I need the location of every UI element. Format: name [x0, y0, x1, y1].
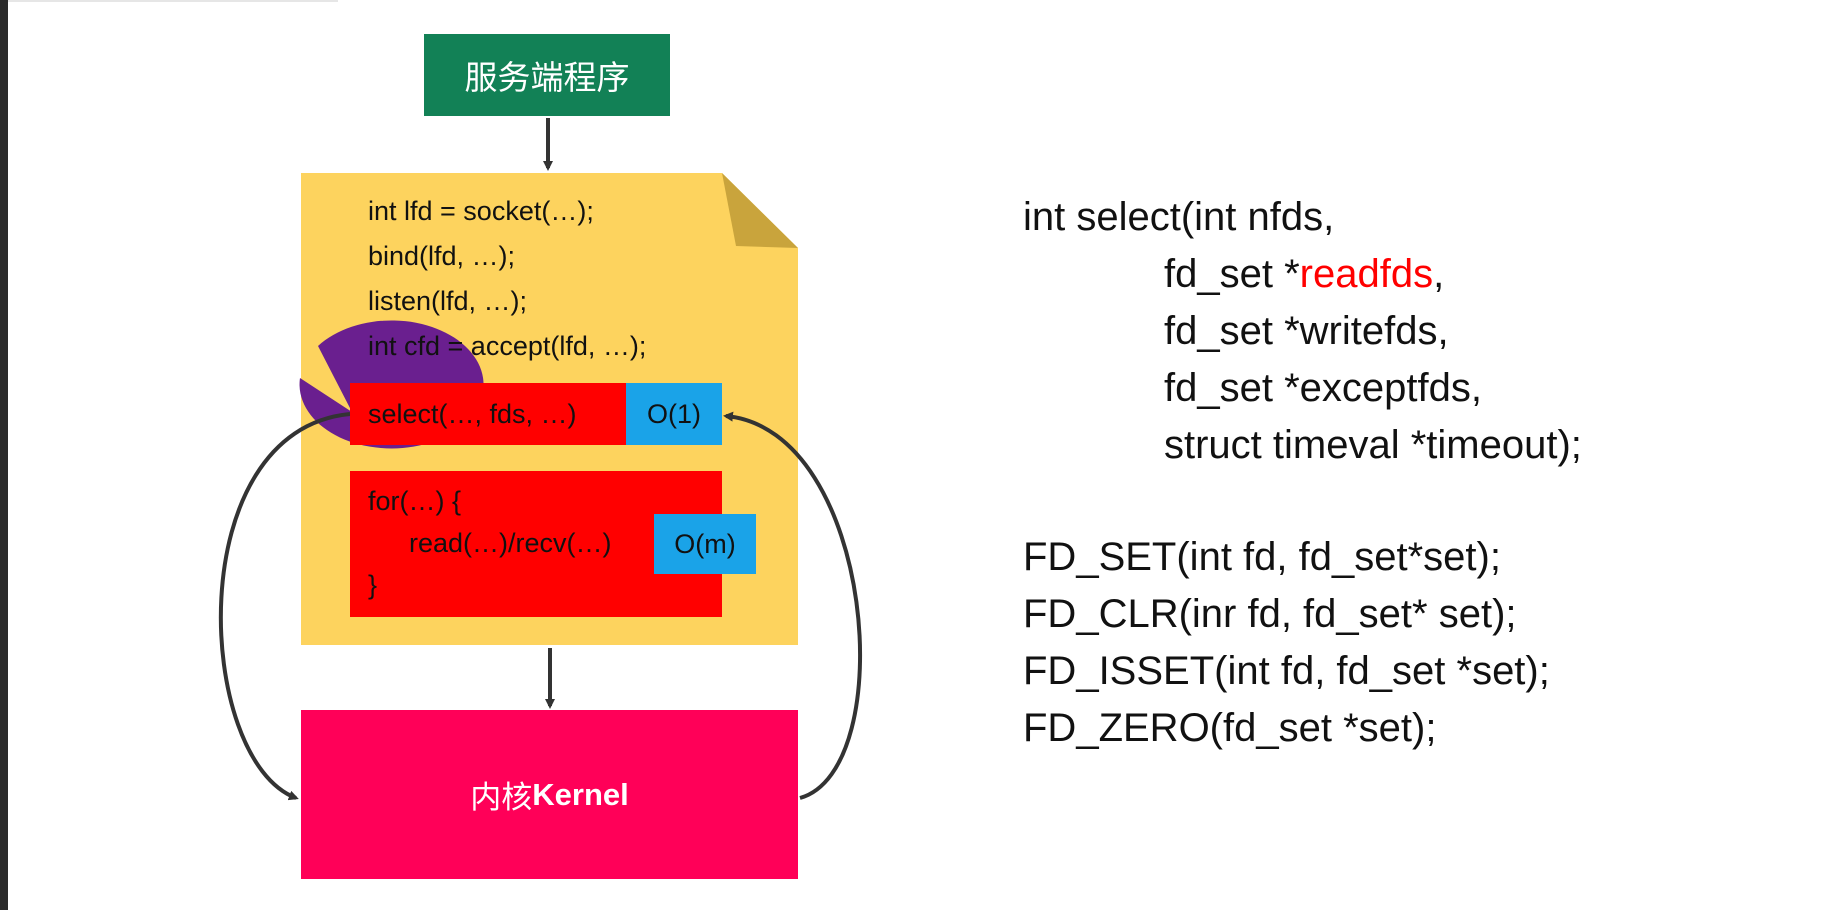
signature-line-2: fd_set *readfds,	[1164, 252, 1444, 297]
loop-close-text: }	[368, 570, 378, 600]
kernel-name: Kernel	[532, 776, 629, 812]
loop-open-text: for(…) {	[368, 486, 462, 516]
code-line-bind: bind(lfd, …);	[368, 241, 516, 271]
multiplexer-label-line2: 复用器	[162, 330, 262, 369]
signature-line-4: fd_set *exceptfds,	[1164, 366, 1482, 410]
signature-line-3: fd_set *writefds,	[1164, 309, 1449, 353]
kernel-prefix: 内核	[470, 780, 533, 816]
loop-body-text: read(…)/recv(…)	[409, 528, 612, 558]
macro-fd-set: FD_SET(int fd, fd_set*set);	[1023, 535, 1501, 579]
select-call-block: select(…, fds, …)	[350, 383, 626, 445]
server-program-box: 服务端程序	[424, 34, 670, 116]
signature-readfds-prefix: fd_set *	[1164, 252, 1300, 296]
loop-complexity-tag: O(m)	[654, 514, 756, 574]
macro-fd-isset: FD_ISSET(int fd, fd_set *set);	[1023, 649, 1550, 693]
multiplexer-label: 多路 复用器	[122, 284, 302, 372]
signature-line-5: struct timeval *timeout);	[1164, 423, 1582, 467]
signature-readfds-suffix: ,	[1433, 252, 1445, 296]
select-complexity-tag: O(1)	[626, 383, 722, 445]
signature-line-1: int select(int nfds,	[1023, 195, 1335, 239]
signature-readfds-highlight: readfds	[1299, 252, 1434, 296]
select-call-text: select(…, fds, …)	[368, 398, 577, 429]
macro-fd-zero: FD_ZERO(fd_set *set);	[1023, 706, 1437, 750]
macro-fd-clr: FD_CLR(inr fd, fd_set* set);	[1023, 592, 1517, 636]
multiplexer-label-line1: 多路	[179, 286, 245, 325]
kernel-box: 内核 Kernel	[301, 710, 798, 879]
code-line-listen: listen(lfd, …);	[368, 286, 528, 316]
code-line-accept: int cfd = accept(lfd, …);	[368, 331, 647, 361]
code-line-socket: int lfd = socket(…);	[368, 196, 594, 226]
